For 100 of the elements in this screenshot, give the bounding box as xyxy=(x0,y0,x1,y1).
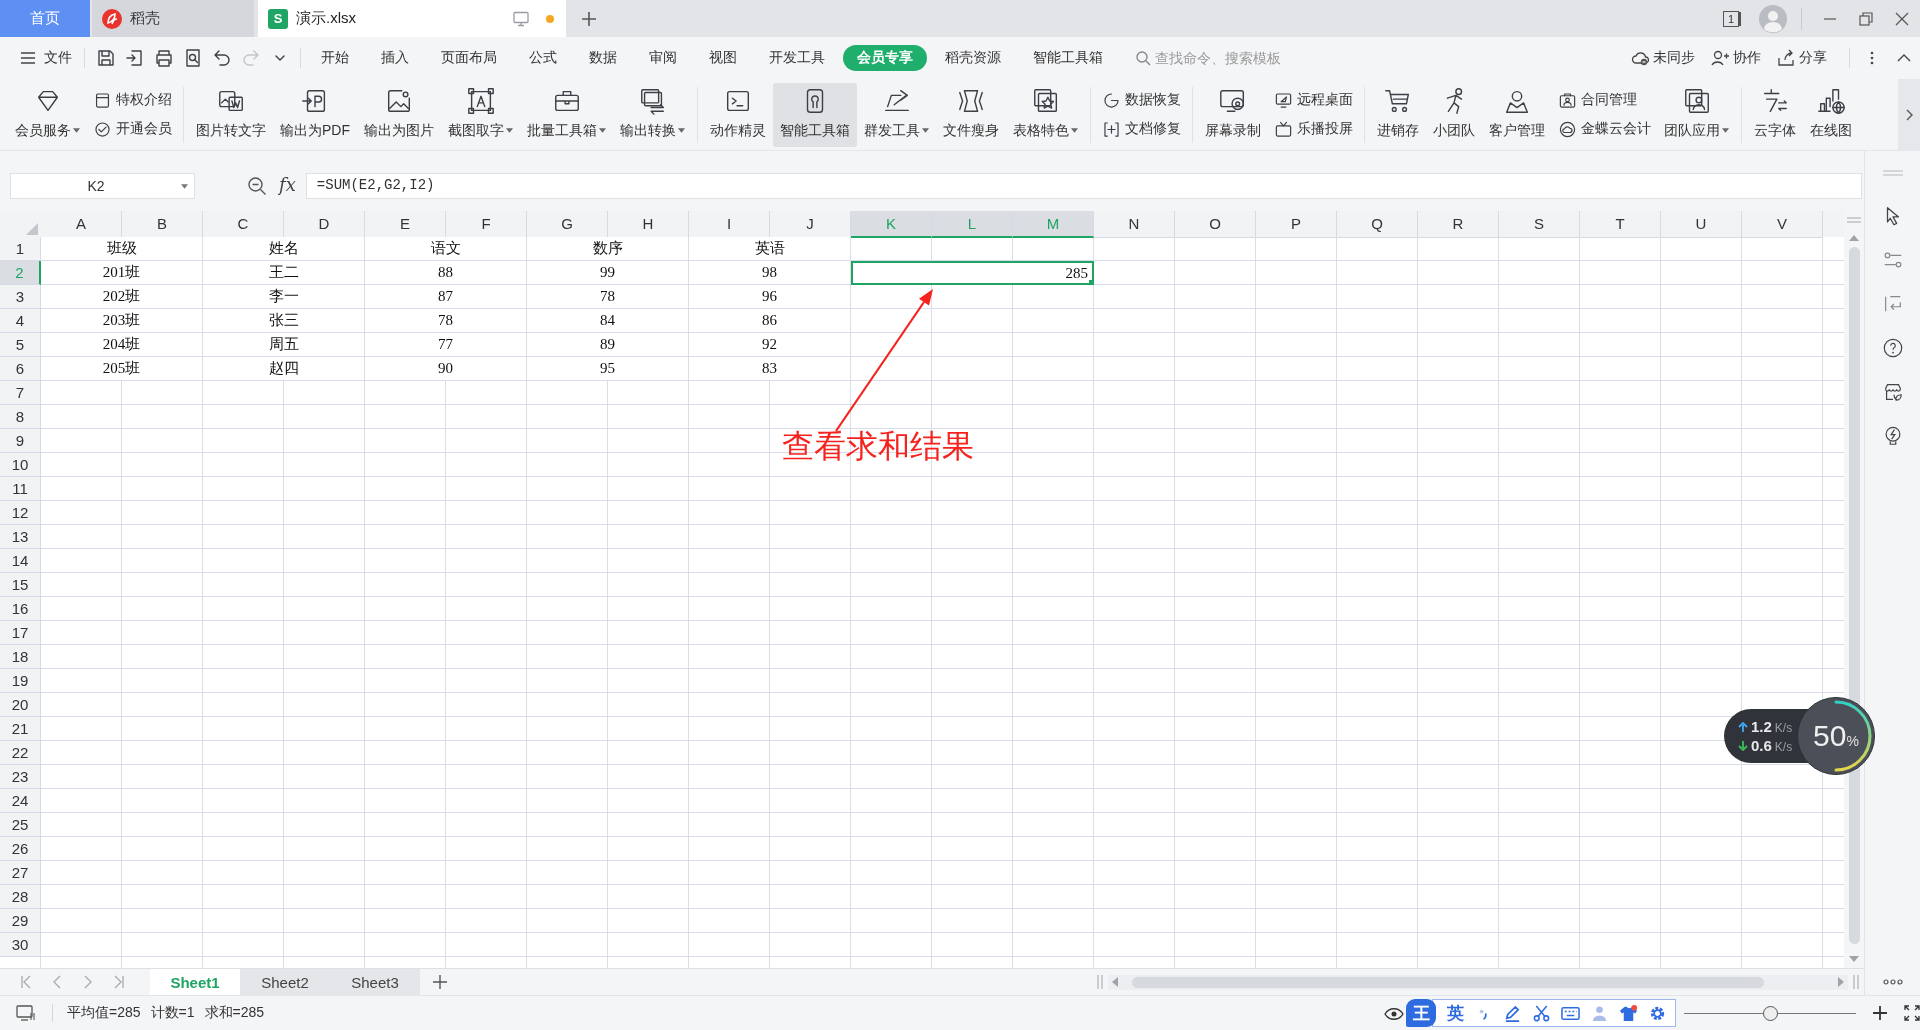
function-button[interactable]: fx xyxy=(279,174,296,195)
row-header[interactable]: 22 xyxy=(0,741,41,765)
export-icon[interactable] xyxy=(124,48,145,68)
column-header[interactable]: O xyxy=(1175,211,1256,238)
ribbon-small-button[interactable]: 远程桌面 xyxy=(1274,90,1353,110)
monitor-icon[interactable] xyxy=(512,10,530,27)
row-header[interactable]: 8 xyxy=(0,405,41,429)
row-header[interactable]: 21 xyxy=(0,717,41,741)
shirt-icon[interactable] xyxy=(1619,1003,1638,1023)
formula-field[interactable]: =SUM(E2,G2,I2) xyxy=(305,173,1862,199)
ribbon-small-button[interactable]: 合同管理 xyxy=(1558,90,1651,110)
row-header[interactable]: 29 xyxy=(0,909,41,933)
column-header[interactable]: S xyxy=(1499,211,1580,238)
row-header[interactable]: 24 xyxy=(0,789,41,813)
ribbon-tab[interactable]: 插入 xyxy=(367,45,423,71)
row-header[interactable]: 30 xyxy=(0,933,41,957)
eye-icon[interactable] xyxy=(1384,1006,1404,1020)
fullscreen-icon[interactable] xyxy=(1904,1005,1920,1021)
last-sheet-icon[interactable] xyxy=(113,974,125,990)
split-handle-icon[interactable] xyxy=(1847,217,1861,223)
row-header[interactable]: 20 xyxy=(0,693,41,717)
zoom-icon[interactable] xyxy=(247,176,267,196)
ribbon-tab[interactable]: 页面布局 xyxy=(427,45,511,71)
ribbon-button[interactable]: 小团队 xyxy=(1426,82,1482,147)
ribbon-small-button[interactable]: 特权介绍 xyxy=(93,90,172,110)
ribbon-button[interactable]: 输出为PDF xyxy=(273,82,357,147)
scroll-up-icon[interactable] xyxy=(1849,235,1859,241)
pen-icon[interactable] xyxy=(1503,1003,1522,1023)
row-header[interactable]: 14 xyxy=(0,549,41,573)
scroll-left-icon[interactable] xyxy=(1112,977,1118,987)
ribbon-small-button[interactable]: 文档修复 xyxy=(1102,119,1181,139)
ribbon-button[interactable]: 批量工具箱 xyxy=(520,82,613,147)
ribbon-small-button[interactable]: 数据恢复 xyxy=(1102,90,1181,110)
file-menu-button[interactable]: 文件 xyxy=(14,45,78,71)
row-header[interactable]: 3 xyxy=(0,285,41,309)
input-mode-button[interactable]: 英 xyxy=(1447,1001,1464,1025)
ribbon-small-button[interactable]: 金蝶云会计 xyxy=(1558,119,1651,139)
fill-handle[interactable] xyxy=(1089,280,1094,285)
undo-icon[interactable] xyxy=(211,48,232,68)
row-header[interactable]: 5 xyxy=(0,333,41,357)
row-header[interactable]: 12 xyxy=(0,501,41,525)
ribbon-tab[interactable]: 开始 xyxy=(307,45,363,71)
ribbon-button[interactable]: 动作精灵 xyxy=(703,82,773,147)
scroll-right-icon[interactable] xyxy=(1838,977,1844,987)
row-header[interactable]: 19 xyxy=(0,669,41,693)
next-sheet-icon[interactable] xyxy=(82,974,94,990)
drag-handle-icon[interactable] xyxy=(1880,169,1905,177)
scroll-down-icon[interactable] xyxy=(1849,956,1859,962)
ribbon-button[interactable]: 文件瘦身 xyxy=(936,82,1006,147)
ribbon-button[interactable]: 截图取字 xyxy=(441,82,520,147)
row-header[interactable]: 6 xyxy=(0,357,41,381)
column-header[interactable]: N xyxy=(1094,211,1175,238)
row-header[interactable]: 26 xyxy=(0,837,41,861)
add-sheet-icon[interactable] xyxy=(432,974,448,990)
column-header[interactable]: T xyxy=(1580,211,1661,238)
row-header[interactable]: 23 xyxy=(0,765,41,789)
column-header[interactable]: V xyxy=(1742,211,1823,238)
new-tab-icon[interactable] xyxy=(581,10,597,27)
ribbon-tab[interactable]: 审阅 xyxy=(635,45,691,71)
row-header[interactable]: 18 xyxy=(0,645,41,669)
row-header[interactable]: 4 xyxy=(0,309,41,333)
ribbon-tab[interactable]: 智能工具箱 xyxy=(1019,45,1117,71)
zoom-slider-thumb[interactable] xyxy=(1763,1005,1778,1021)
ribbon-button[interactable]: 云字体 xyxy=(1747,82,1803,147)
row-header[interactable]: 13 xyxy=(0,525,41,549)
app-tab[interactable]: 稻壳 xyxy=(92,0,254,37)
ribbon-tab[interactable]: 数据 xyxy=(575,45,631,71)
ribbon-button[interactable]: 群发工具 xyxy=(857,82,936,147)
ribbon-button[interactable]: 输出转换 xyxy=(613,82,692,147)
ribbon-tab[interactable]: 视图 xyxy=(695,45,751,71)
selected-cell[interactable]: 285 xyxy=(851,261,1094,285)
ribbon-button[interactable]: 图片转文字 xyxy=(189,82,273,147)
previous-sheet-icon[interactable] xyxy=(51,974,63,990)
ribbon-button[interactable]: 表格特色 xyxy=(1006,82,1085,147)
row-header[interactable]: 17 xyxy=(0,621,41,645)
sheet-tab[interactable]: Sheet2 xyxy=(240,969,330,995)
column-header[interactable]: U xyxy=(1661,211,1742,238)
row-header[interactable]: 10 xyxy=(0,453,41,477)
search-field[interactable]: 查找命令、搜索模板 xyxy=(1135,50,1305,66)
ribbon-small-button[interactable]: 乐播投屏 xyxy=(1274,119,1353,139)
ribbon-button[interactable]: 团队应用 xyxy=(1657,82,1736,147)
zoom-in-icon[interactable] xyxy=(1872,1005,1888,1021)
horizontal-scrollbar[interactable] xyxy=(1108,974,1848,990)
ribbon-tab[interactable]: 开发工具 xyxy=(755,45,839,71)
more-icon[interactable] xyxy=(1882,979,1903,985)
scrollbar-thumb[interactable] xyxy=(1132,976,1764,988)
row-header[interactable]: 27 xyxy=(0,861,41,885)
close-icon[interactable] xyxy=(1894,10,1910,27)
row-header[interactable]: 16 xyxy=(0,597,41,621)
help-icon[interactable] xyxy=(1881,337,1904,359)
save-icon[interactable] xyxy=(95,48,116,68)
ribbon-button[interactable]: 客户管理 xyxy=(1482,82,1552,147)
row-header[interactable]: 28 xyxy=(0,885,41,909)
row-header[interactable]: 11 xyxy=(0,477,41,501)
ribbon-tab[interactable]: 稻壳资源 xyxy=(931,45,1015,71)
ribbon-small-button[interactable]: 开通会员 xyxy=(93,119,172,139)
restore-icon[interactable] xyxy=(1858,10,1874,27)
print-icon[interactable] xyxy=(153,48,174,68)
row-header[interactable]: 9 xyxy=(0,429,41,453)
column-header[interactable]: P xyxy=(1256,211,1337,238)
